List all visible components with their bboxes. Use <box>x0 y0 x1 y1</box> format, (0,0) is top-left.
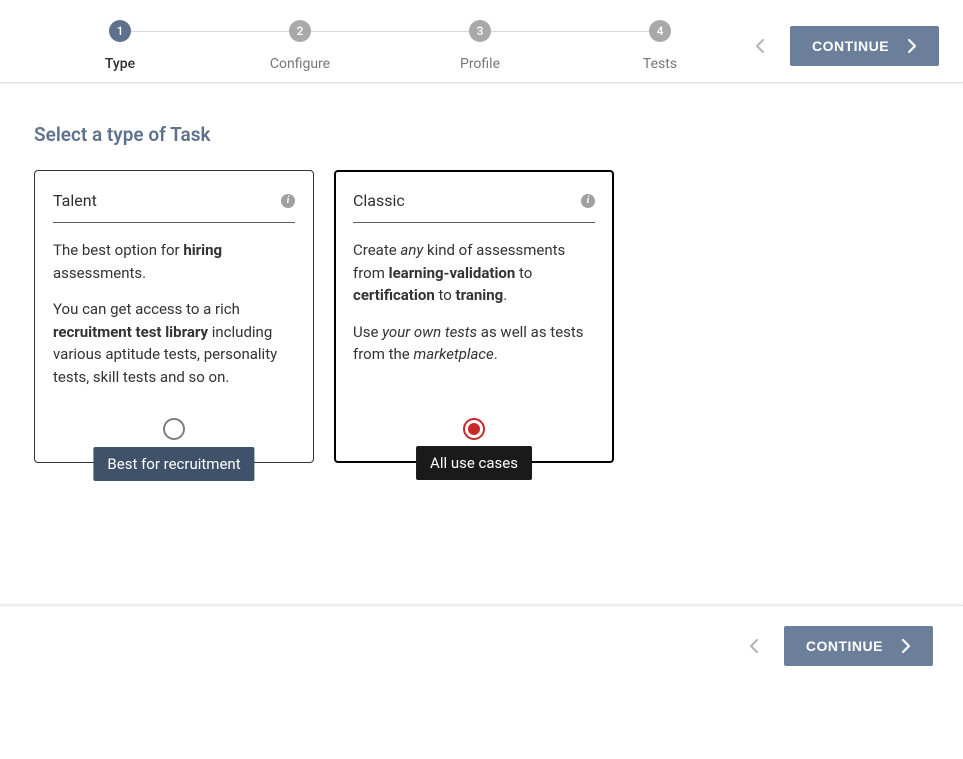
continue-label: CONTINUE <box>806 638 883 654</box>
step-number: 2 <box>289 20 311 42</box>
step-label: Tests <box>643 56 677 72</box>
card-body: The best option for hiring assessments. … <box>53 239 295 388</box>
card-title: Classic <box>353 191 405 210</box>
card-header: Classic i <box>353 191 595 223</box>
radio-wrap <box>53 418 295 440</box>
stepper: 1 Type 2 Configure 3 Profile 4 Tests <box>30 20 750 72</box>
card-paragraph: Create any kind of assessments from lear… <box>353 239 595 307</box>
chevron-left-icon <box>755 38 765 54</box>
chevron-right-icon <box>901 638 911 654</box>
card-title: Talent <box>53 191 97 210</box>
chevron-left-icon <box>749 638 759 654</box>
card-tag: All use cases <box>416 446 532 480</box>
step-number: 4 <box>649 20 671 42</box>
card-paragraph: Use your own tests as well as tests from… <box>353 321 595 366</box>
task-type-cards: Talent i The best option for hiring asse… <box>34 170 929 463</box>
continue-button-top[interactable]: CONTINUE <box>790 26 939 66</box>
info-icon[interactable]: i <box>581 194 595 208</box>
step-type[interactable]: 1 Type <box>30 20 210 72</box>
step-connector <box>480 31 660 32</box>
card-paragraph: You can get access to a rich recruitment… <box>53 298 295 388</box>
chevron-right-icon <box>907 38 917 54</box>
step-label: Profile <box>460 56 500 72</box>
radio-classic[interactable] <box>463 418 485 440</box>
card-classic[interactable]: Classic i Create any kind of assessments… <box>334 170 614 463</box>
step-connector <box>300 31 480 32</box>
card-body: Create any kind of assessments from lear… <box>353 239 595 388</box>
header-actions: CONTINUE <box>750 26 939 66</box>
card-talent[interactable]: Talent i The best option for hiring asse… <box>34 170 314 463</box>
footer-bar: CONTINUE <box>0 605 963 686</box>
header-bar: 1 Type 2 Configure 3 Profile 4 Tests CON… <box>0 0 963 83</box>
step-connector <box>120 31 300 32</box>
step-number: 3 <box>469 20 491 42</box>
back-button-bottom[interactable] <box>744 636 764 656</box>
info-icon[interactable]: i <box>281 194 295 208</box>
card-header: Talent i <box>53 191 295 223</box>
card-tag: Best for recruitment <box>93 447 254 481</box>
step-configure[interactable]: 2 Configure <box>210 20 390 72</box>
continue-button-bottom[interactable]: CONTINUE <box>784 626 933 666</box>
step-tests[interactable]: 4 Tests <box>570 20 750 72</box>
continue-label: CONTINUE <box>812 38 889 54</box>
section-title: Select a type of Task <box>34 123 929 146</box>
content-area: Select a type of Task Talent i The best … <box>0 83 963 603</box>
card-paragraph: The best option for hiring assessments. <box>53 239 295 284</box>
step-profile[interactable]: 3 Profile <box>390 20 570 72</box>
step-number: 1 <box>109 20 131 42</box>
radio-wrap <box>353 418 595 440</box>
radio-talent[interactable] <box>163 418 185 440</box>
step-label: Type <box>105 56 135 72</box>
step-label: Configure <box>270 56 330 72</box>
back-button[interactable] <box>750 36 770 56</box>
